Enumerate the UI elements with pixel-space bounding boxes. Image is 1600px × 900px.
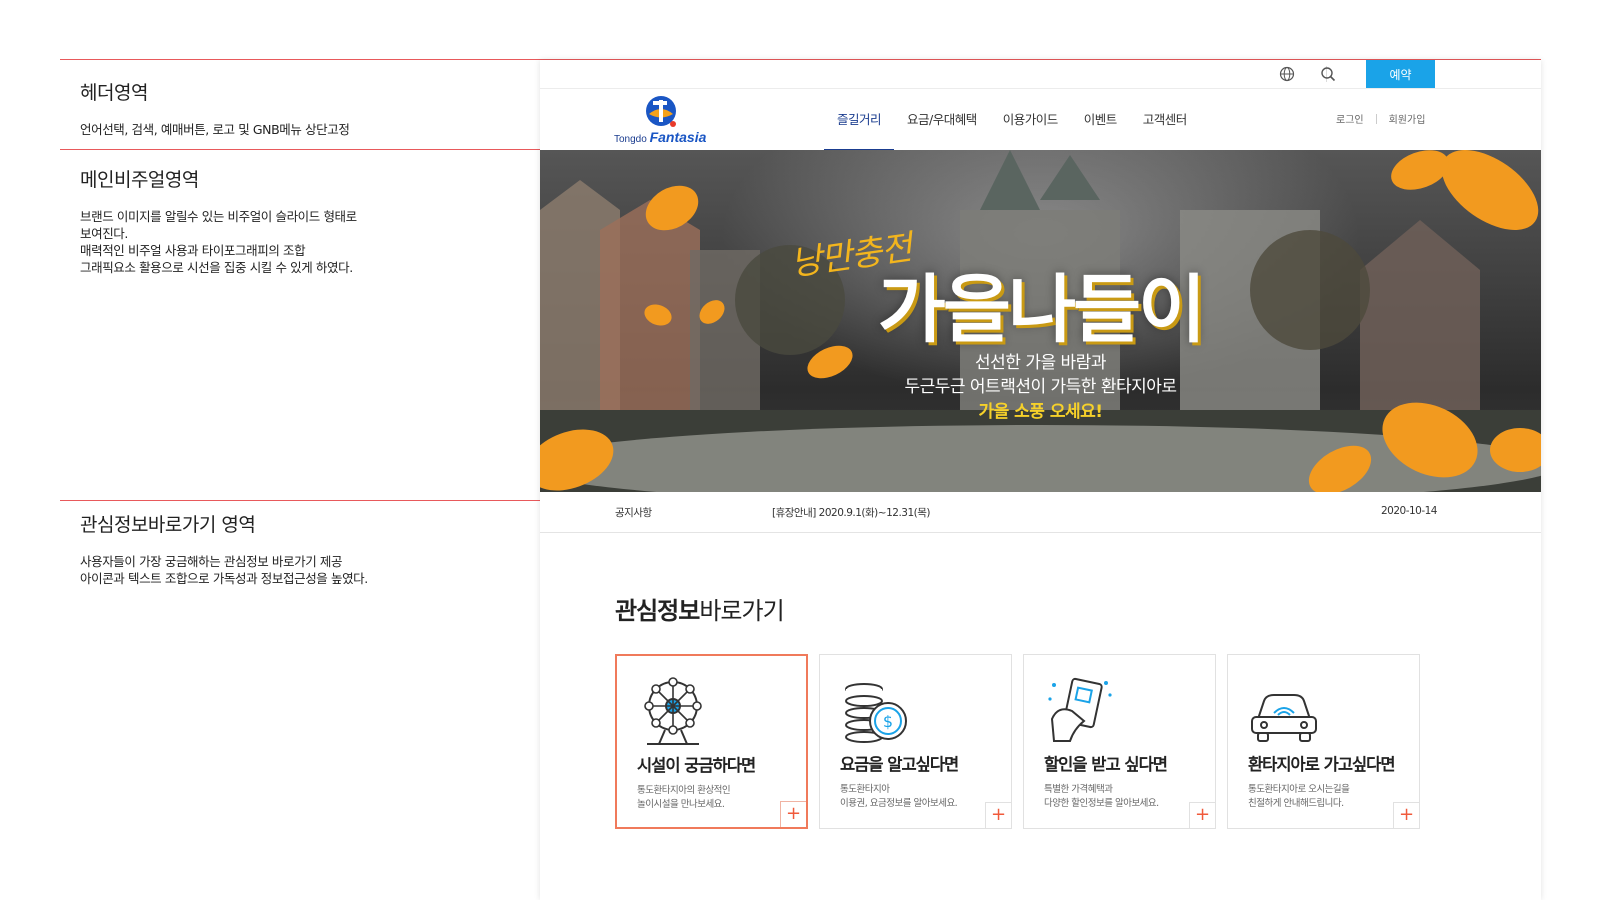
card-description: 통도환타지아의 환상적인 (637, 785, 731, 796)
globe-icon[interactable] (1277, 64, 1297, 84)
annotation-title: 메인비주얼영역 (80, 169, 199, 191)
notice-date: 2020-10-14 (1380, 505, 1438, 517)
utility-bar: 예약 (540, 60, 1541, 89)
member-menu: 로그인 회원가입 (1336, 111, 1425, 126)
annotation-text: 보여진다. (80, 226, 128, 241)
reserve-button[interactable]: 예약 (1366, 60, 1435, 88)
card-description: 통도환타지아 (840, 784, 890, 795)
quick-card-facilities[interactable]: 시설이 궁금하다면 통도환타지아의 환상적인 놀이시설을 만나보세요. + (615, 654, 808, 829)
quick-card-discount[interactable]: 할인을 받고 싶다면 특별한 가격혜택과 다양한 할인정보를 알아보세요. + (1023, 654, 1216, 829)
quick-links-title-bold: 관심정보 (615, 597, 700, 625)
card-title: 시설이 궁금하다면 (637, 756, 756, 775)
notice-label: 공지사항 (615, 507, 652, 519)
hero-subtitle: 두근두근 어트랙션이 가득한 환타지아로 (904, 377, 1177, 397)
member-divider (1375, 113, 1377, 124)
discount-card-icon (1048, 677, 1112, 742)
card-title: 환타지아로 가고싶다면 (1248, 755, 1396, 774)
hero-subtitle: 선선한 가을 바람과 (975, 353, 1106, 373)
annotation-main-visual: 메인비주얼영역 브랜드 이미지를 알릴수 있는 비주얼이 슬라이드 형태로 보여… (80, 165, 500, 276)
search-icon[interactable] (1318, 64, 1338, 84)
logo-small-text: Tongdo (614, 134, 647, 145)
main-visual-banner[interactable]: 낭만충전 가을나들이 선선한 가을 바람과 두근두근 어트랙션이 가득한 환타지… (540, 150, 1541, 492)
gnb-item-events[interactable]: 이벤트 (1071, 89, 1130, 150)
plus-icon[interactable]: + (1393, 802, 1419, 828)
card-description: 다양한 할인정보를 알아보세요. (1044, 798, 1159, 809)
quick-links-title: 관심정보바로가기 (615, 591, 785, 626)
card-description: 특별한 가격혜택과 (1044, 784, 1113, 795)
hero-copy: 낭만충전 가을나들이 선선한 가을 바람과 두근두근 어트랙션이 가득한 환타지… (540, 150, 1541, 492)
card-title: 할인을 받고 싶다면 (1044, 755, 1168, 774)
gnb-item-attractions[interactable]: 즐길거리 (824, 89, 895, 151)
gnb-item-guide[interactable]: 이용가이드 (990, 89, 1071, 150)
signup-link[interactable]: 회원가입 (1389, 111, 1426, 126)
notice-bar: 공지사항 [휴장안내] 2020.9.1(화)~12.31(목) 2020-10… (540, 492, 1541, 533)
site-mockup: 예약 Tongdo Fantasia 즐길거리 요금/우대혜택 이용가이드 이벤… (540, 60, 1541, 900)
plus-icon[interactable]: + (1189, 802, 1215, 828)
quick-card-directions[interactable]: 환타지아로 가고싶다면 통도환타지아로 오시는길을 친절하게 안내해드립니다. … (1227, 654, 1420, 829)
annotation-text: 브랜드 이미지를 알릴수 있는 비주얼이 슬라이드 형태로 (80, 209, 357, 224)
logo-emblem-icon (646, 96, 676, 127)
logo-text: Tongdo Fantasia (614, 129, 706, 145)
car-icon (1251, 694, 1317, 742)
card-description: 놀이시설을 만나보세요. (637, 799, 725, 810)
gnb-item-pricing[interactable]: 요금/우대혜택 (894, 89, 990, 150)
gnb-menu: 즐길거리 요금/우대혜택 이용가이드 이벤트 고객센터 (824, 89, 1200, 151)
hero-highlight: 가을 소풍 오세요! (978, 402, 1103, 422)
annotation-text: 그래픽요소 활용으로 시선을 집중 시킬 수 있게 하였다. (80, 260, 353, 275)
quick-links-title-light: 바로가기 (699, 597, 784, 625)
guide-line-header (60, 149, 541, 150)
ferris-wheel-icon (644, 677, 702, 745)
plus-icon[interactable]: + (985, 802, 1011, 828)
login-link[interactable]: 로그인 (1336, 111, 1364, 126)
logo-big-text: Fantasia (649, 129, 707, 145)
annotation-text: 사용자들이 가장 궁금해하는 관심정보 바로가기 제공 (80, 554, 343, 569)
quick-card-pricing[interactable]: $ 요금을 알고싶다면 통도환타지아 이용권, 요금정보를 알아보세요. + (819, 654, 1012, 829)
annotation-text: 아이콘과 텍스트 조합으로 가독성과 정보접근성을 높였다. (80, 571, 368, 586)
card-description: 이용권, 요금정보를 알아보세요. (840, 798, 958, 809)
annotation-title: 헤더영역 (80, 82, 148, 104)
coins-icon: $ (845, 683, 907, 743)
annotation-title: 관심정보바로가기 영역 (80, 514, 256, 536)
notice-link[interactable]: [휴장안내] 2020.9.1(화)~12.31(목) (772, 505, 931, 520)
annotation-quick-links: 관심정보바로가기 영역 사용자들이 가장 궁금해하는 관심정보 바로가기 제공 … (80, 510, 500, 587)
main-navigation: Tongdo Fantasia 즐길거리 요금/우대혜택 이용가이드 이벤트 고… (540, 89, 1541, 151)
card-title: 요금을 알고싶다면 (840, 755, 959, 774)
hero-title: 가을나들이 (877, 267, 1206, 353)
annotation-header: 헤더영역 언어선택, 검색, 예매버튼, 로고 및 GNB메뉴 상단고정 (80, 78, 500, 138)
plus-icon[interactable]: + (780, 801, 806, 827)
svg-text:$: $ (883, 712, 893, 731)
guide-line-visual (60, 500, 541, 501)
annotation-text: 매력적인 비주얼 사용과 타이포그래피의 조합 (80, 243, 306, 258)
annotation-text: 언어선택, 검색, 예매버튼, 로고 및 GNB메뉴 상단고정 (80, 122, 350, 137)
card-description: 통도환타지아로 오시는길을 (1248, 784, 1350, 795)
card-description: 친절하게 안내해드립니다. (1248, 798, 1344, 809)
gnb-item-support[interactable]: 고객센터 (1130, 89, 1200, 150)
brand-logo[interactable]: Tongdo Fantasia (612, 93, 712, 147)
